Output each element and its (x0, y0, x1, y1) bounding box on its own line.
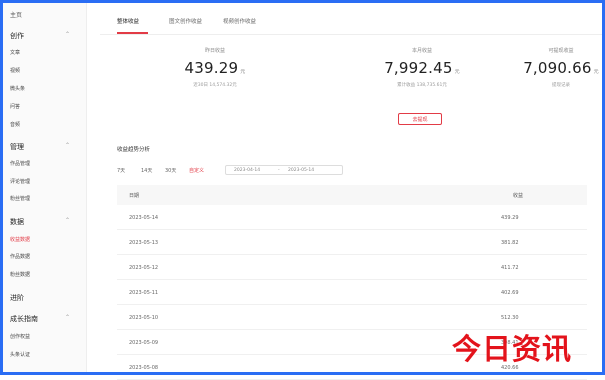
sidebar-section-create[interactable]: 创作 (10, 31, 24, 41)
chevron-up-icon[interactable]: ⌃ (65, 217, 70, 224)
sidebar-section-data[interactable]: 数据 (10, 217, 24, 227)
sidebar-item-verification[interactable]: 头条认证 (10, 351, 30, 358)
stat-yesterday: 昨日收益 439.29 元 近30日 14,574.32元 (170, 47, 260, 88)
main-content: 整体收益 图文创作收益 视频创作收益 昨日收益 439.29 元 近30日 14,… (100, 3, 602, 380)
table-row: 2023-05-12 411.72 (117, 255, 587, 280)
sidebar-item-income-data[interactable]: 收益数据 (10, 236, 30, 243)
cell-income: 381.82 (501, 240, 519, 246)
cell-date: 2023-05-10 (129, 315, 159, 321)
sidebar-item-comments-manage[interactable]: 评论管理 (10, 178, 30, 185)
chevron-up-icon[interactable]: ⌃ (65, 31, 70, 38)
date-separator: - (278, 168, 280, 173)
cell-income: 411.72 (501, 265, 519, 271)
tab-video-income[interactable]: 视频创作收益 (223, 17, 256, 25)
stat-value: 7,992.45 元 (384, 59, 460, 77)
sidebar-section-advanced[interactable]: 进阶 (10, 293, 24, 303)
tab-overall-income[interactable]: 整体收益 (117, 17, 139, 25)
table-header: 日期 收益 (117, 185, 587, 205)
filter-14d[interactable]: 14天 (141, 167, 152, 174)
cell-date: 2023-05-14 (129, 215, 159, 221)
sidebar-home[interactable]: 主页 (10, 10, 22, 19)
filter-7d[interactable]: 7天 (117, 167, 125, 174)
date-range-picker[interactable]: 2023-04-14 - 2023-05-14 (225, 165, 343, 175)
cell-date: 2023-05-09 (129, 340, 159, 346)
tab-article-income[interactable]: 图文创作收益 (169, 17, 202, 25)
header-date: 日期 (129, 193, 140, 199)
sidebar-item-article[interactable]: 文章 (10, 49, 20, 56)
sidebar-item-fans-data[interactable]: 粉丝数据 (10, 271, 30, 278)
stat-label: 昨日收益 (204, 48, 225, 54)
sidebar-item-works-data[interactable]: 作品数据 (10, 253, 30, 260)
sidebar-item-microheadline[interactable]: 微头条 (10, 85, 25, 92)
withdraw-record-link[interactable]: 提现记录 (520, 82, 602, 88)
tab-divider (100, 34, 602, 35)
sidebar-item-audio[interactable]: 音频 (10, 121, 20, 128)
sidebar-item-qa[interactable]: 问答 (10, 103, 20, 110)
withdraw-button[interactable]: 去提现 (398, 113, 442, 125)
table-row: 2023-05-11 402.69 (117, 280, 587, 305)
section-title: 收益趋势分析 (117, 147, 151, 153)
sidebar-section-growth[interactable]: 成长指南 (10, 314, 38, 324)
stat-withdrawable: 可提现收益 7,090.66 元 提现记录 (520, 47, 602, 88)
stat-label: 本月收益 (411, 48, 432, 54)
date-start[interactable]: 2023-04-14 (234, 168, 260, 173)
sidebar-item-works-manage[interactable]: 作品管理 (10, 160, 30, 167)
cell-date: 2023-05-13 (129, 240, 159, 246)
sidebar: 主页 创作 ⌃ 文章 视频 微头条 问答 音频 管理 ⌃ 作品管理 评论管理 粉… (3, 3, 87, 372)
sidebar-section-manage[interactable]: 管理 (10, 142, 24, 152)
stat-this-month: 本月收益 7,992.45 元 累计收益 138,735.61元 (372, 47, 472, 88)
header-income: 收益 (513, 193, 524, 199)
stat-value: 439.29 元 (184, 59, 246, 77)
sidebar-item-video[interactable]: 视频 (10, 67, 20, 74)
cell-date: 2023-05-11 (129, 290, 159, 296)
sidebar-item-creator-rights[interactable]: 创作权益 (10, 333, 30, 340)
date-end[interactable]: 2023-05-14 (288, 168, 314, 173)
cell-income: 439.29 (501, 215, 519, 221)
stat-sub: 累计收益 138,735.61元 (397, 83, 447, 88)
stat-label: 可提现收益 (548, 48, 574, 54)
cell-date: 2023-05-08 (129, 365, 159, 371)
filter-custom[interactable]: 自定义 (189, 167, 204, 174)
stat-sub: 近30日 14,574.32元 (193, 83, 237, 88)
table-row: 2023-05-13 381.82 (117, 230, 587, 255)
cell-income: 512.30 (501, 315, 519, 321)
chevron-up-icon[interactable]: ⌃ (65, 314, 70, 321)
stat-value: 7,090.66 元 (523, 59, 599, 77)
chevron-up-icon[interactable]: ⌃ (65, 142, 70, 149)
cell-date: 2023-05-12 (129, 265, 159, 271)
filter-30d[interactable]: 30天 (165, 167, 176, 174)
sidebar-item-fans-manage[interactable]: 粉丝管理 (10, 195, 30, 202)
cell-income: 402.69 (501, 290, 519, 296)
table-row: 2023-05-14 439.29 (117, 205, 587, 230)
watermark-logo: 今日资讯 (452, 332, 573, 366)
